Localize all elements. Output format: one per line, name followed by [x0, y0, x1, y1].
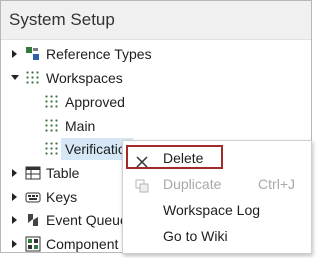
keys-icon	[25, 189, 41, 205]
reference-types-icon	[25, 46, 41, 62]
tree-item-table[interactable]: Table	[0, 162, 120, 184]
menu-item-shortcut: Ctrl+J	[258, 176, 295, 192]
tree-item-label: Component	[46, 236, 119, 252]
menu-item-label: Delete	[163, 150, 204, 166]
panel-header: System Setup	[1, 1, 311, 40]
tree-item-label: Keys	[46, 189, 78, 205]
event-queue-icon	[25, 212, 41, 228]
menu-item-label: Duplicate	[163, 176, 222, 192]
menu-item-go-to-wiki[interactable]: Go to Wiki	[123, 223, 311, 249]
tree-item-keys[interactable]: Keys	[0, 186, 120, 208]
tree-item-label: Table	[46, 165, 80, 181]
duplicate-icon	[134, 176, 150, 193]
table-icon	[25, 165, 41, 181]
tree-item-label: Workspaces	[46, 70, 123, 86]
expand-arrow-icon[interactable]	[12, 50, 17, 58]
tree-item-label: Event Queue	[46, 212, 128, 228]
panel-title: System Setup	[9, 10, 115, 29]
menu-item-label: Workspace Log	[163, 202, 261, 218]
collapse-arrow-icon[interactable]	[11, 75, 19, 80]
context-menu: Delete Duplicate Ctrl+J Workspace Log Go…	[122, 140, 312, 254]
expand-arrow-icon[interactable]	[12, 193, 17, 201]
workspace-icon	[44, 141, 60, 157]
tree-item-workspaces[interactable]: Workspaces	[0, 67, 200, 89]
tree-item-main[interactable]: Main	[0, 115, 200, 137]
expand-arrow-icon[interactable]	[12, 169, 17, 177]
workspaces-icon	[25, 70, 41, 86]
tree-item-reference-types[interactable]: Reference Types	[0, 43, 200, 65]
tree-item-event-queue[interactable]: Event Queue	[0, 209, 128, 231]
menu-item-label: Go to Wiki	[163, 228, 228, 244]
expand-arrow-icon[interactable]	[12, 240, 17, 248]
component-icon	[25, 236, 41, 252]
workspace-icon	[44, 118, 60, 134]
tree-item-verification[interactable]: Verificatio	[0, 138, 134, 160]
menu-item-duplicate: Duplicate Ctrl+J	[123, 171, 311, 197]
tree-item-label: Reference Types	[46, 46, 152, 62]
expand-arrow-icon[interactable]	[12, 216, 17, 224]
tree-item-label: Main	[65, 118, 96, 134]
menu-item-delete[interactable]: Delete	[123, 145, 311, 171]
tree-item-label: Verificatio	[65, 141, 126, 157]
menu-item-workspace-log[interactable]: Workspace Log	[123, 197, 311, 223]
tree-item-label: Approved	[65, 94, 125, 110]
tree-item-component[interactable]: Component	[0, 233, 120, 255]
x-icon	[135, 151, 149, 168]
workspace-icon	[44, 94, 60, 110]
tree-item-approved[interactable]: Approved	[0, 91, 200, 113]
